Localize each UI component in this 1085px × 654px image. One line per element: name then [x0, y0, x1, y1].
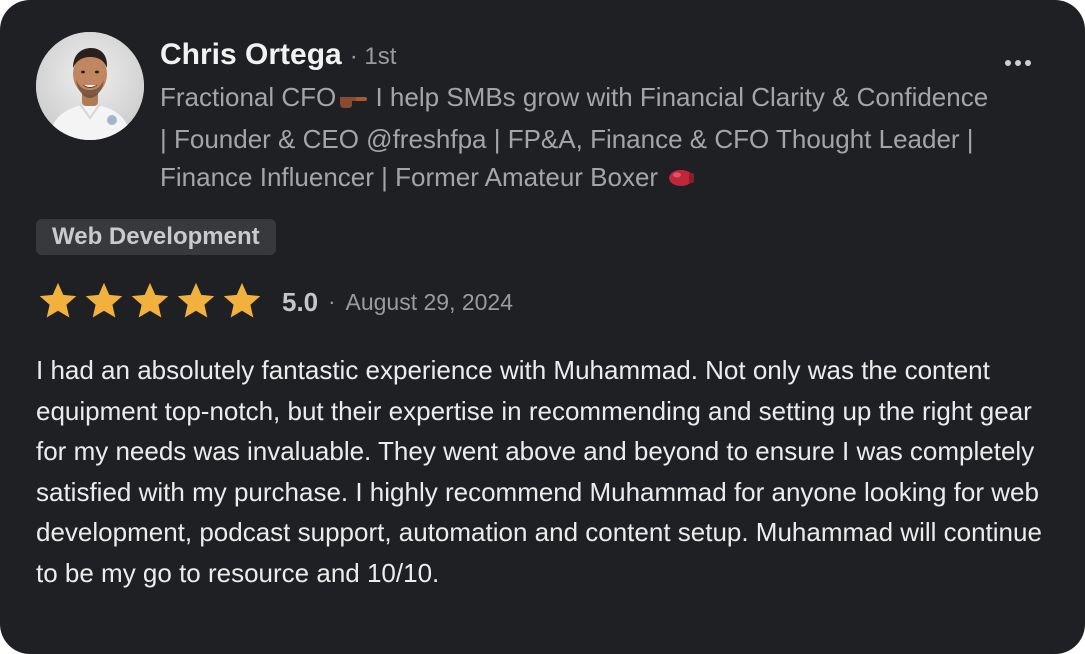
rating-separator: ·	[328, 289, 336, 314]
star-icon	[220, 281, 264, 323]
author-name[interactable]: Chris Ortega	[160, 38, 342, 72]
review-date: August 29, 2024	[345, 288, 514, 315]
rating-row: 5.0 · August 29, 2024	[36, 280, 513, 324]
star-icon	[128, 281, 172, 323]
connection-degree: · 1st	[349, 43, 397, 70]
rating-score: 5.0	[282, 286, 319, 317]
more-dot-icon	[1025, 60, 1031, 66]
pointing-hand-icon	[338, 81, 368, 120]
star-rating	[36, 281, 264, 323]
more-options-button[interactable]	[1003, 52, 1033, 74]
avatar[interactable]	[36, 32, 144, 140]
review-body: I had an absolutely fantastic experience…	[36, 355, 1042, 588]
category-tag: Web Development	[36, 219, 276, 255]
star-icon	[82, 281, 126, 323]
boxing-glove-icon	[667, 161, 695, 200]
more-dot-icon	[1005, 60, 1011, 66]
author-headline: Fractional CFO I help SMBs grow with Fin…	[160, 78, 990, 200]
star-icon	[36, 281, 80, 323]
headline-title: Fractional CFO	[160, 82, 337, 112]
more-dot-icon	[1015, 60, 1021, 66]
review-card: Chris Ortega · 1st Fractional CFO I help…	[0, 0, 1085, 654]
avatar-photo	[36, 32, 144, 140]
star-icon	[174, 281, 218, 323]
review-header: Chris Ortega · 1st Fractional CFO I help…	[160, 38, 990, 200]
author-line: Chris Ortega · 1st	[160, 38, 990, 78]
